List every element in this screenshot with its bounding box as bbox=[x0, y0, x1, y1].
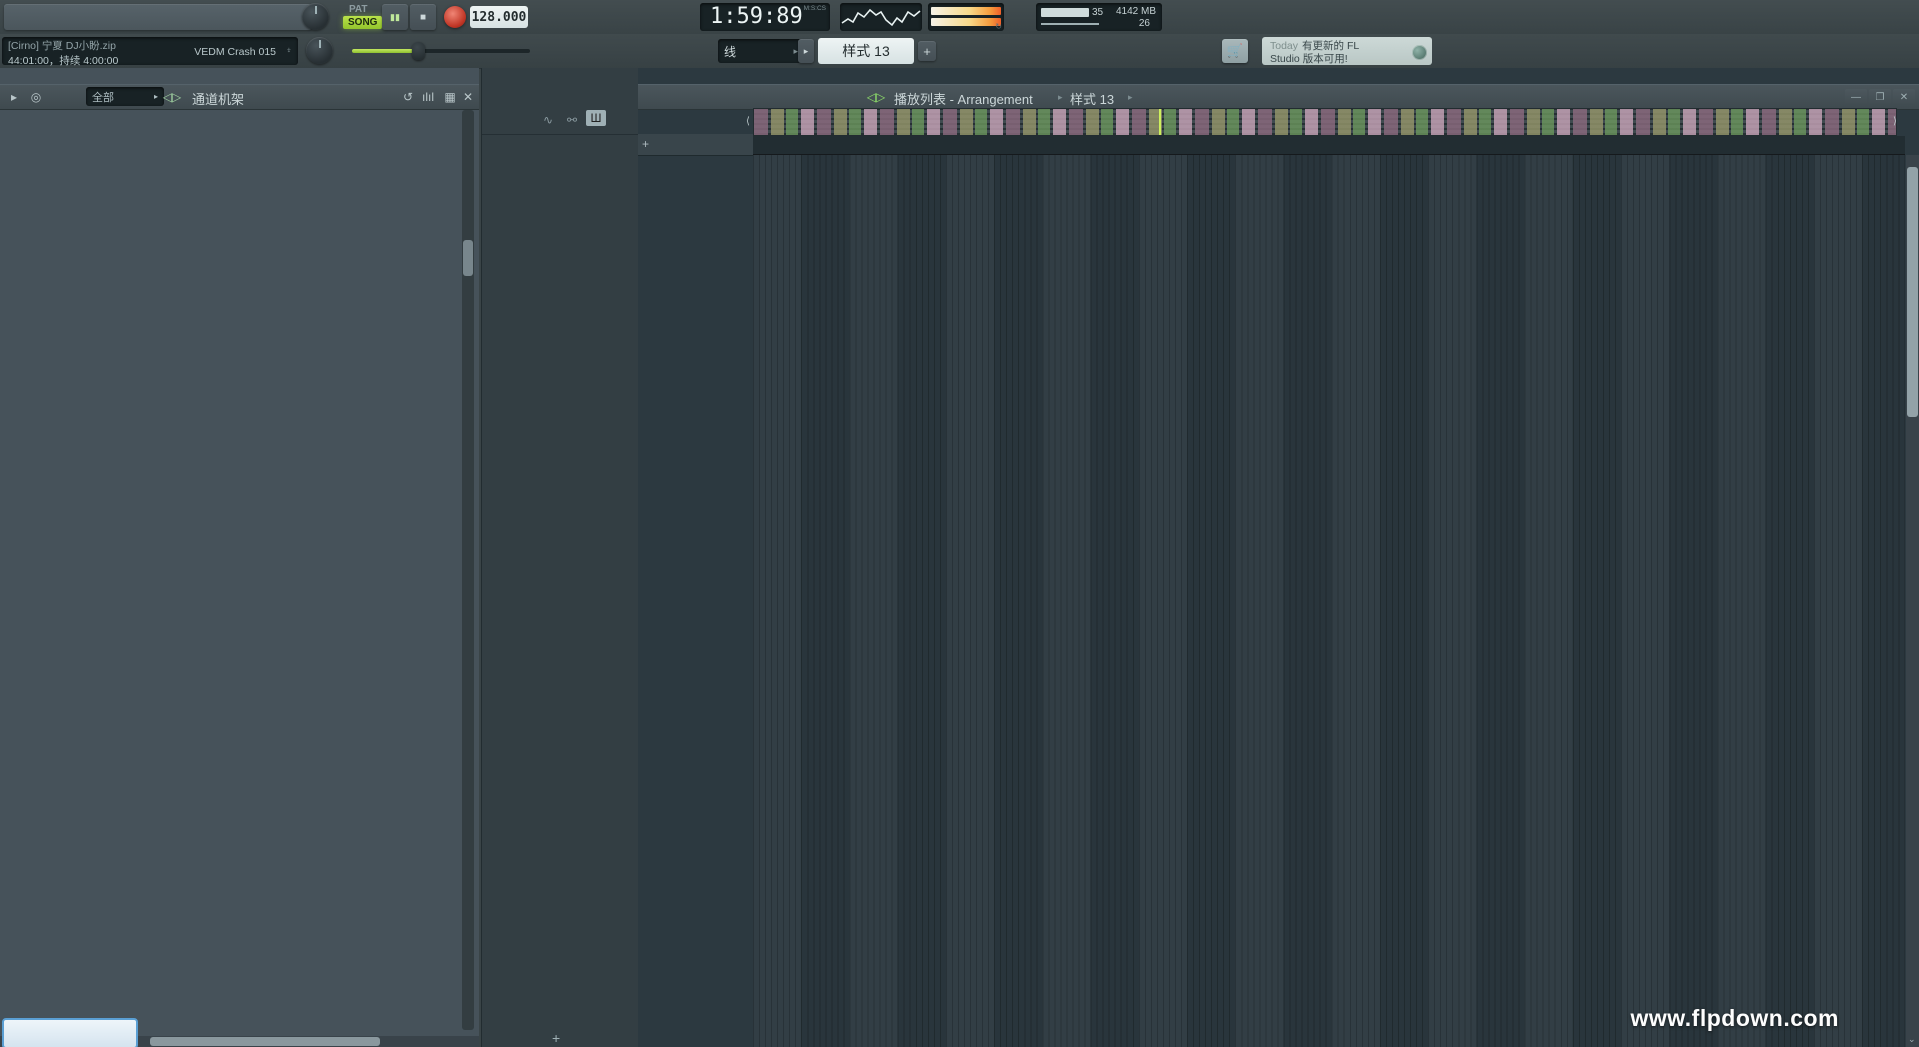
speaker-icon[interactable]: ◁▷ bbox=[162, 88, 182, 106]
channel-rack-titlebar[interactable]: ▸ ◎ 全部 ▸ ◁▷ 通道机架 ↺ ılıl ▦ ✕ bbox=[0, 84, 479, 110]
shuffle-knob[interactable] bbox=[306, 37, 333, 64]
pattern-picker-header: ∿ ⚯ Ш bbox=[482, 108, 638, 135]
wave-view-icon[interactable]: ∿ bbox=[538, 111, 558, 129]
channel-rack-title: 通道机架 bbox=[192, 89, 244, 108]
pat-song-toggle[interactable]: PAT SONG bbox=[343, 3, 380, 31]
snap-value: 线 bbox=[724, 43, 736, 60]
grid-icon[interactable]: ▦ bbox=[440, 88, 460, 106]
playlist-titlebar[interactable]: ◁▷ 播放列表 - Arrangement ▸ 样式 13 ▸ — ❐ ✕ bbox=[638, 84, 1919, 110]
speaker-icon[interactable]: ◁▷ bbox=[866, 88, 886, 106]
breadcrumb-arrow: ▸ bbox=[1058, 92, 1063, 103]
pattern-panel-grid-icon[interactable] bbox=[416, 110, 436, 128]
cpu-meter bbox=[1041, 8, 1089, 17]
playlist-window: ◁▷ 播放列表 - Arrangement ▸ 样式 13 ▸ — ❐ ✕ ⟨ … bbox=[638, 68, 1919, 1047]
secondary-toolbar: [Cirno] 宁夏 DJ小盼.zip 44:01:00，持续 4:00:00 … bbox=[0, 34, 1919, 69]
pattern-prev-button[interactable]: ▸ bbox=[798, 39, 814, 63]
main-toolbar: PAT SONG ▮▮ ■ 128.000 1:59:89 M:S:CS ↻ 3… bbox=[0, 0, 1919, 34]
add-pattern-button[interactable]: + bbox=[918, 41, 936, 61]
watermark: www.flpdown.com bbox=[1630, 1005, 1839, 1032]
scroll-thumb[interactable] bbox=[463, 240, 473, 276]
fl-studio-window: PAT SONG ▮▮ ■ 128.000 1:59:89 M:S:CS ↻ 3… bbox=[0, 0, 1919, 1047]
meter-right bbox=[931, 18, 1001, 26]
meter-reset-icon[interactable]: ↻ bbox=[995, 22, 1002, 31]
notification-line2: Studio 版本可用! bbox=[1270, 53, 1348, 65]
loop-icon[interactable]: ◎ bbox=[26, 88, 46, 106]
pattern-picker: ∿ ⚯ Ш + bbox=[481, 68, 639, 1047]
close-icon[interactable]: ✕ bbox=[1893, 89, 1915, 105]
windows-language-bar[interactable] bbox=[2, 1018, 138, 1047]
undo-icon[interactable]: ↺ bbox=[398, 88, 418, 106]
shop-cart-button[interactable]: 🛒 bbox=[1222, 39, 1248, 63]
playlist-corner: + bbox=[638, 134, 753, 156]
cpu-panel[interactable]: 35 4142 MB 26 bbox=[1036, 3, 1162, 31]
notification-line1: 有更新的 FL bbox=[1302, 40, 1359, 52]
playlist-subtitle: 样式 13 bbox=[1070, 89, 1114, 108]
song-label[interactable]: SONG bbox=[343, 16, 382, 29]
pause-button[interactable]: ▮▮ bbox=[382, 4, 408, 30]
playlist-grid[interactable] bbox=[753, 155, 1905, 1047]
record-button[interactable] bbox=[444, 6, 466, 28]
time-display[interactable]: 1:59:89 M:S:CS bbox=[700, 3, 830, 31]
meter-left bbox=[931, 7, 1001, 15]
notification-day: Today bbox=[1270, 40, 1298, 52]
playlist-title: 播放列表 - Arrangement bbox=[894, 89, 1033, 108]
time-unit: M:S:CS bbox=[804, 5, 826, 12]
add-pattern-plus[interactable]: + bbox=[552, 1030, 560, 1046]
minimap-playhead bbox=[1159, 109, 1161, 135]
mem-value: 4142 MB bbox=[1116, 6, 1156, 17]
piano-view-icon[interactable]: Ш bbox=[586, 110, 606, 126]
slider-thumb[interactable] bbox=[412, 42, 425, 60]
stop-button[interactable]: ■ bbox=[410, 4, 436, 30]
automation-view-icon[interactable]: ⚯ bbox=[562, 111, 582, 129]
minimap-right-arrow[interactable]: ⟩ bbox=[1885, 112, 1905, 130]
pattern-selector[interactable]: 样式 13 bbox=[818, 38, 914, 64]
time-value: 1:59:89 bbox=[710, 4, 803, 29]
oscilloscope[interactable] bbox=[840, 3, 922, 31]
breadcrumb-arrow2: ▸ bbox=[1128, 92, 1133, 103]
current-sample: VEDM Crash 015 bbox=[194, 46, 276, 58]
channel-filter[interactable]: 全部 ▸ bbox=[86, 87, 164, 106]
globe-icon bbox=[1412, 45, 1427, 60]
add-track-button[interactable]: + bbox=[642, 137, 649, 151]
pat-label[interactable]: PAT bbox=[349, 4, 368, 15]
play-icon[interactable]: ▸ bbox=[4, 88, 24, 106]
hscroll-thumb[interactable] bbox=[150, 1037, 380, 1046]
cpu-value: 35 bbox=[1092, 7, 1103, 18]
master-pitch-slider[interactable] bbox=[352, 49, 530, 53]
cpu-graph bbox=[1041, 23, 1099, 25]
minimize-icon[interactable]: — bbox=[1845, 89, 1867, 105]
graph-icon[interactable]: ılıl bbox=[418, 88, 438, 106]
tempo-display[interactable]: 128.000 bbox=[470, 6, 528, 28]
playlist-minimap[interactable] bbox=[753, 108, 1897, 136]
slider-fill bbox=[352, 49, 418, 53]
playlist-vscrollbar[interactable]: ⌄ bbox=[1906, 155, 1919, 1047]
menu-bar bbox=[4, 4, 312, 30]
scroll-down-icon[interactable]: ⌄ bbox=[1908, 1034, 1916, 1045]
timeline-ruler[interactable] bbox=[753, 136, 1905, 155]
oscilloscope-wave bbox=[840, 3, 922, 31]
vscroll-thumb[interactable] bbox=[1907, 167, 1918, 417]
main-volume-knob[interactable] bbox=[302, 3, 329, 30]
level-meters[interactable]: ↻ bbox=[928, 3, 1004, 31]
channel-rack: ▸ ◎ 全部 ▸ ◁▷ 通道机架 ↺ ılıl ▦ ✕ bbox=[0, 68, 479, 1047]
channel-rack-scrollbar[interactable] bbox=[462, 110, 474, 1030]
sample-icon: ⍖ bbox=[286, 45, 292, 56]
song-info-panel: [Cirno] 宁夏 DJ小盼.zip 44:01:00，持续 4:00:00 … bbox=[2, 37, 298, 65]
maximize-icon[interactable]: ❐ bbox=[1869, 89, 1891, 105]
chevron-right-icon: ▸ bbox=[154, 92, 158, 101]
filter-value: 全部 bbox=[92, 89, 114, 105]
update-notification[interactable]: Today 有更新的 FL Studio 版本可用! bbox=[1262, 37, 1432, 65]
close-icon[interactable]: ✕ bbox=[458, 88, 478, 106]
snap-selector[interactable]: 线▸ bbox=[718, 39, 804, 63]
poly-value: 26 bbox=[1139, 18, 1150, 29]
